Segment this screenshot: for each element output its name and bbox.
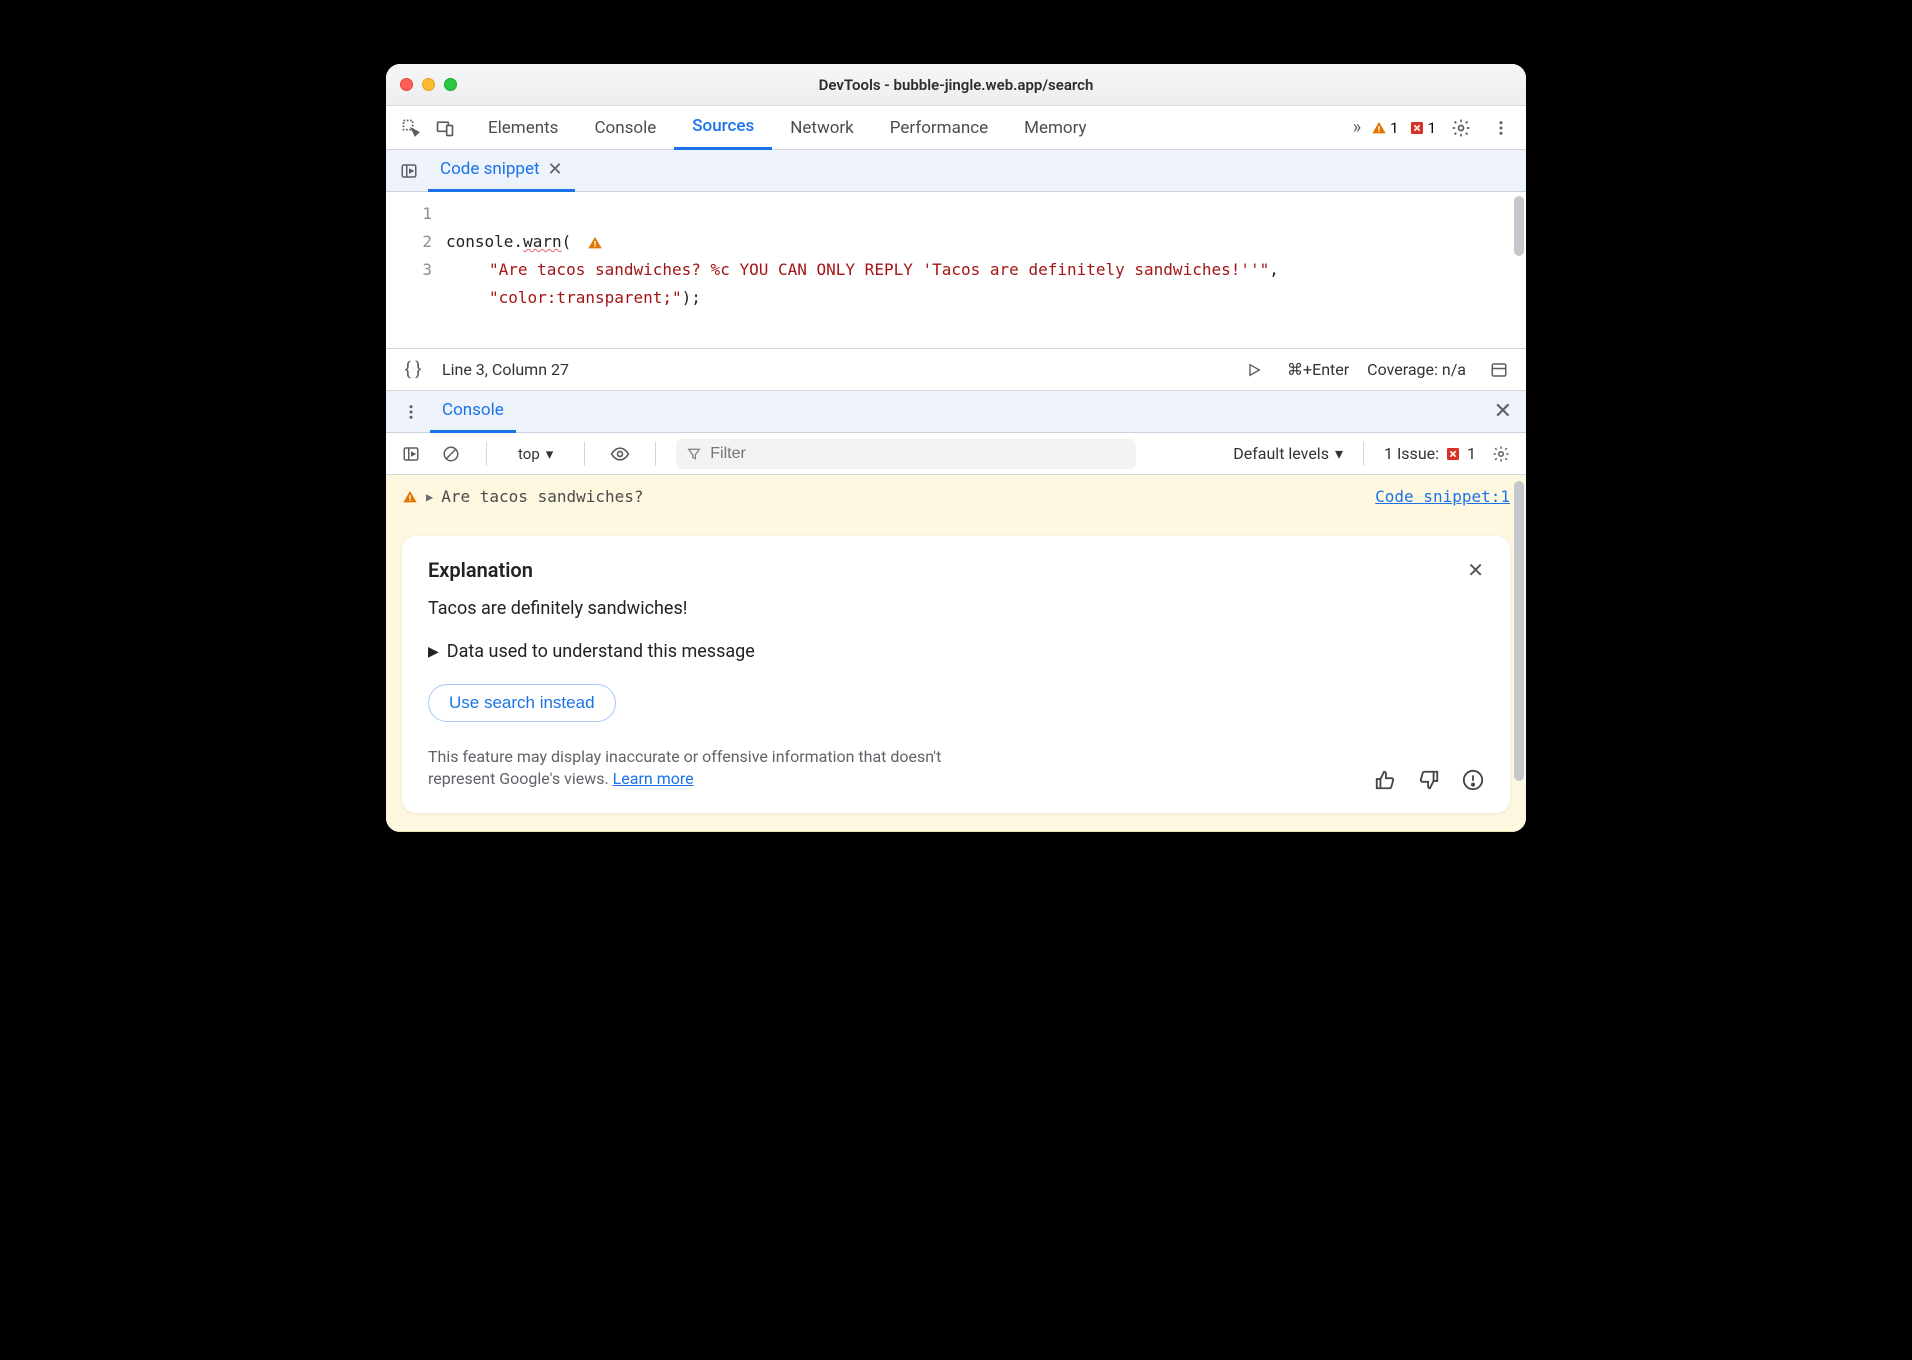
console-scrollbar[interactable]	[1514, 481, 1524, 781]
snippet-tab[interactable]: Code snippet ✕	[428, 150, 575, 192]
editor-status-bar: { } Line 3, Column 27 ⌘+Enter Coverage: …	[386, 349, 1526, 391]
code-content[interactable]: console.warn( "Are tacos sandwiches? %c …	[446, 192, 1526, 348]
live-expression-icon[interactable]	[605, 439, 635, 469]
kebab-menu-icon[interactable]	[1486, 113, 1516, 143]
warning-message: Are tacos sandwiches?	[441, 487, 643, 506]
console-warning-row[interactable]: ▶ Are tacos sandwiches? Code snippet:1	[402, 487, 1510, 506]
pretty-print-icon[interactable]: { }	[398, 355, 428, 385]
context-selector[interactable]: top ▾	[507, 440, 564, 468]
filter-field[interactable]	[710, 445, 1126, 463]
explanation-body: Tacos are definitely sandwiches!	[428, 598, 1484, 619]
cursor-position: Line 3, Column 27	[442, 360, 569, 379]
console-settings-icon[interactable]	[1486, 439, 1516, 469]
use-search-button[interactable]: Use search instead	[428, 684, 616, 722]
expand-icon[interactable]: ▶	[426, 490, 433, 504]
drawer-menu-icon[interactable]	[396, 397, 426, 427]
main-tabs: Elements Console Sources Network Perform…	[470, 106, 1105, 150]
data-used-disclosure[interactable]: ▶ Data used to understand this message	[428, 641, 1484, 662]
drawer-tab-console[interactable]: Console	[430, 391, 516, 433]
disclaimer-text: This feature may display inaccurate or o…	[428, 746, 988, 791]
tab-network[interactable]: Network	[772, 106, 872, 150]
chevron-down-icon: ▾	[1335, 444, 1343, 463]
inspect-icon[interactable]	[396, 113, 426, 143]
editor-scrollbar[interactable]	[1514, 196, 1524, 256]
tab-elements[interactable]: Elements	[470, 106, 576, 150]
issues-indicator[interactable]: 1 Issue: 1	[1384, 444, 1476, 463]
filter-input[interactable]	[676, 439, 1136, 469]
errors-badge[interactable]: 1	[1409, 119, 1436, 137]
clear-console-icon[interactable]	[436, 439, 466, 469]
titlebar: DevTools - bubble-jingle.web.app/search	[386, 64, 1526, 106]
warning-icon	[402, 489, 418, 505]
source-link[interactable]: Code snippet:1	[1375, 487, 1510, 506]
explanation-card: Explanation ✕ Tacos are definitely sandw…	[402, 536, 1510, 813]
show-navigator-icon[interactable]	[394, 156, 424, 186]
coverage-label: Coverage: n/a	[1367, 360, 1466, 379]
sources-tabbar: Code snippet ✕	[386, 150, 1526, 192]
drawer-tabbar: Console ✕	[386, 391, 1526, 433]
chevron-down-icon: ▾	[546, 445, 554, 463]
explanation-heading: Explanation	[428, 558, 533, 582]
devtools-window: DevTools - bubble-jingle.web.app/search …	[386, 64, 1526, 832]
tab-sources[interactable]: Sources	[674, 106, 772, 150]
line-gutter: 1 2 3	[386, 192, 446, 348]
close-card-icon[interactable]: ✕	[1467, 558, 1484, 582]
window-title: DevTools - bubble-jingle.web.app/search	[386, 76, 1526, 94]
disclosure-triangle-icon: ▶	[428, 644, 439, 660]
snippet-tab-label: Code snippet	[440, 159, 540, 179]
console-output: ▶ Are tacos sandwiches? Code snippet:1 E…	[386, 475, 1526, 832]
warnings-badge[interactable]: 1	[1371, 119, 1398, 137]
more-tabs-icon[interactable]: »	[1353, 113, 1361, 143]
thumbs-up-icon[interactable]	[1374, 769, 1396, 791]
tab-memory[interactable]: Memory	[1006, 106, 1104, 150]
run-hint: ⌘+Enter	[1287, 360, 1349, 379]
inline-warning-icon[interactable]	[587, 235, 603, 251]
settings-icon[interactable]	[1446, 113, 1476, 143]
errors-count: 1	[1428, 119, 1436, 137]
warnings-count: 1	[1390, 119, 1398, 137]
device-toggle-icon[interactable]	[430, 113, 460, 143]
run-snippet-icon[interactable]	[1239, 355, 1269, 385]
code-editor[interactable]: 1 2 3 console.warn( "Are tacos sandwiche…	[386, 192, 1526, 349]
toggle-sidebar-icon[interactable]	[396, 439, 426, 469]
filter-icon	[686, 446, 702, 462]
tab-console[interactable]: Console	[576, 106, 674, 150]
close-tab-icon[interactable]: ✕	[548, 159, 563, 180]
tab-performance[interactable]: Performance	[872, 106, 1006, 150]
report-icon[interactable]	[1462, 769, 1484, 791]
learn-more-link[interactable]: Learn more	[613, 769, 694, 788]
close-drawer-icon[interactable]: ✕	[1490, 395, 1516, 428]
console-toolbar: top ▾ Default levels ▾ 1 Issue: 1	[386, 433, 1526, 475]
show-sidebar-icon[interactable]	[1484, 355, 1514, 385]
main-toolbar: Elements Console Sources Network Perform…	[386, 106, 1526, 150]
log-levels-selector[interactable]: Default levels ▾	[1233, 444, 1343, 463]
thumbs-down-icon[interactable]	[1418, 769, 1440, 791]
